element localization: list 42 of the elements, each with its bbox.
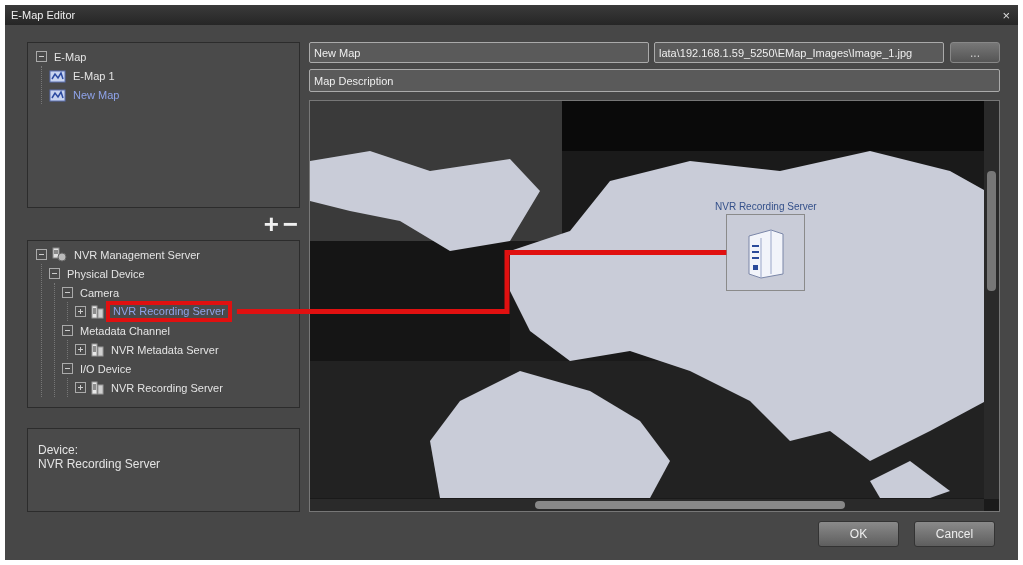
expand-toggle[interactable] <box>75 382 86 393</box>
tree-item[interactable]: Metadata Channel <box>78 323 172 338</box>
server-icon <box>91 304 104 319</box>
collapse-toggle[interactable] <box>49 268 60 279</box>
horizontal-scrollbar[interactable] <box>310 499 984 511</box>
close-button[interactable]: × <box>1000 7 1012 23</box>
map-icon <box>49 68 66 83</box>
tree-item[interactable]: NVR Recording Server <box>106 301 232 322</box>
expand-toggle[interactable] <box>75 344 86 355</box>
cancel-button[interactable]: Cancel <box>914 521 995 547</box>
marker-label: NVR Recording Server <box>715 201 817 212</box>
vertical-scrollbar[interactable] <box>984 101 999 499</box>
tree-item[interactable]: E-Map 1 <box>71 68 117 83</box>
browse-button[interactable]: ... <box>950 42 1000 63</box>
tree-item[interactable]: New Map <box>71 87 122 102</box>
tree-item[interactable]: I/O Device <box>78 361 134 376</box>
ok-button[interactable]: OK <box>818 521 899 547</box>
map-description-field[interactable]: Map Description <box>309 69 1000 92</box>
collapse-toggle[interactable] <box>62 325 73 336</box>
tree-item[interactable]: Camera <box>78 285 122 300</box>
expand-toggle[interactable] <box>75 306 86 317</box>
collapse-toggle[interactable] <box>36 51 47 62</box>
map-icon <box>49 87 66 102</box>
image-path-field[interactable]: lata\192.168.1.59_5250\EMap_Images\Image_1.jpg <box>654 42 944 63</box>
server-icon <box>91 380 104 395</box>
tree-item[interactable]: NVR Management Server <box>72 247 202 262</box>
tree-item[interactable]: E-Map <box>52 49 89 64</box>
tree-item[interactable]: NVR Metadata Server <box>109 342 221 357</box>
collapse-toggle[interactable] <box>62 287 73 298</box>
zoom-in-button[interactable]: + <box>261 211 281 237</box>
collapse-toggle[interactable] <box>62 363 73 374</box>
map-name-field[interactable]: New Map <box>309 42 649 63</box>
collapse-toggle[interactable] <box>36 249 47 260</box>
server-group-icon <box>52 247 67 262</box>
tree-item[interactable]: NVR Recording Server <box>109 380 225 395</box>
server-icon <box>91 342 104 357</box>
tree-item[interactable]: Physical Device <box>65 266 147 281</box>
window-title: E-Map Editor <box>11 9 76 21</box>
marker-selection-frame[interactable] <box>726 214 806 291</box>
zoom-out-button[interactable]: − <box>280 211 300 237</box>
device-name: NVR Recording Server <box>38 457 162 471</box>
device-label: Device: <box>38 443 79 457</box>
